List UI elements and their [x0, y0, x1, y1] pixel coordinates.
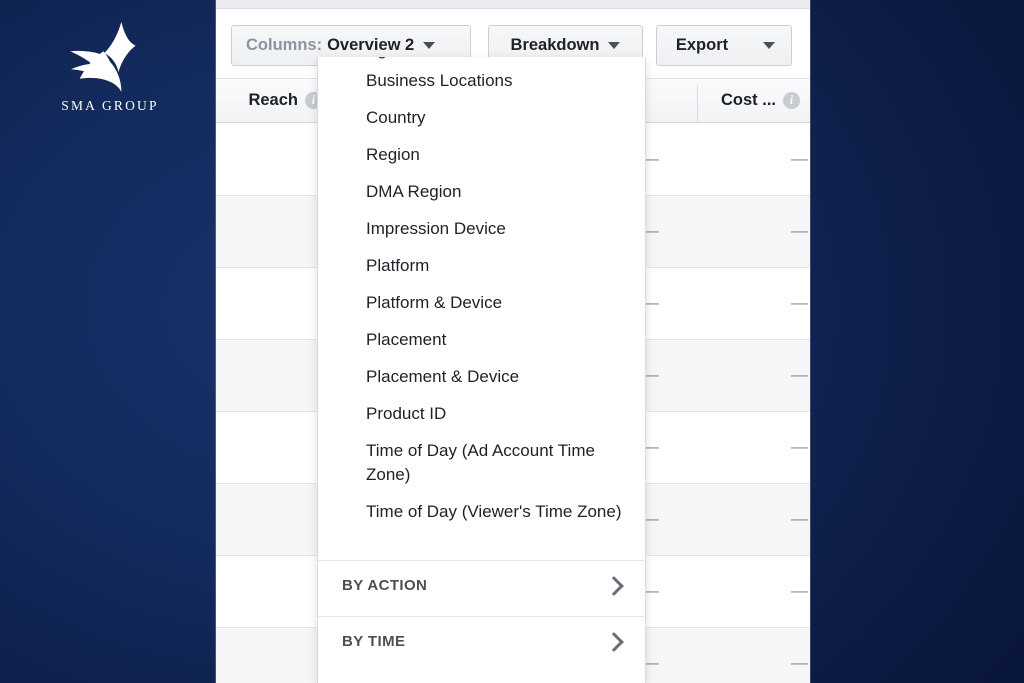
menu-item-time-of-day-ad-account[interactable]: Time of Day (Ad Account Time Zone) [318, 432, 645, 493]
columns-button-value: Overview 2 [327, 36, 415, 54]
menu-item-impression-device[interactable]: Impression Device [318, 210, 645, 247]
export-button-label: Export [675, 36, 729, 54]
menu-section-by-time[interactable]: BY TIME [318, 617, 645, 666]
chevron-right-icon [604, 575, 624, 596]
export-dropdown-button[interactable] [747, 25, 792, 66]
column-header-reach-label: Reach [248, 91, 298, 109]
caret-down-icon [423, 42, 436, 49]
cell-cost: — [791, 653, 808, 672]
menu-item-placement-and-device[interactable]: Placement & Device [318, 358, 645, 395]
caret-down-icon [763, 42, 775, 49]
menu-item-platform-and-device[interactable]: Platform & Device [318, 284, 645, 321]
cell-cost: — [791, 149, 808, 168]
screenshot-stage: SMA GROUP Columns: Overview 2 Breakdown … [0, 0, 1024, 683]
info-icon[interactable]: i [783, 92, 800, 109]
chevron-right-icon [604, 631, 624, 652]
column-header-cost-label: Cost ... [720, 91, 776, 109]
cell-cost: — [791, 221, 808, 240]
cell-cost: — [791, 437, 808, 456]
caret-down-icon [608, 42, 621, 49]
top-chrome-strip [216, 0, 810, 9]
columns-button-prefix: Columns: [246, 36, 323, 54]
brand-panel: SMA GROUP [0, 0, 216, 683]
cell-cost: — [791, 293, 808, 312]
logo: SMA GROUP [20, 20, 200, 114]
breakdown-button-label: Breakdown [510, 36, 600, 54]
menu-item-dma-region[interactable]: DMA Region [318, 173, 645, 210]
column-header-reach[interactable]: Reach i [216, 79, 332, 122]
menu-item-country[interactable]: Country [318, 99, 645, 136]
export-button[interactable]: Export [656, 25, 748, 66]
app-screenshot: Columns: Overview 2 Breakdown Export Rea… [216, 0, 810, 683]
menu-item-product-id[interactable]: Product ID [318, 395, 645, 432]
star-bird-logo-icon [70, 21, 136, 92]
cell-cost: — [791, 509, 808, 528]
menu-item-platform[interactable]: Platform [318, 247, 645, 284]
cell-cost: — [791, 365, 808, 384]
menu-item-placement[interactable]: Placement [318, 321, 645, 358]
menu-section-by-action-label: BY ACTION [342, 577, 428, 594]
menu-section-by-action[interactable]: BY ACTION [318, 561, 645, 610]
menu-item-time-of-day-viewer[interactable]: Time of Day (Viewer's Time Zone) [318, 493, 645, 554]
column-header-cost[interactable]: Cost ... i [697, 79, 810, 122]
brand-name: SMA GROUP [61, 98, 159, 113]
column-divider [697, 85, 698, 122]
menu-section-by-time-label: BY TIME [342, 633, 406, 650]
menu-item-business-locations[interactable]: Business Locations [318, 62, 645, 99]
menu-item-region[interactable]: Region [318, 136, 645, 173]
cell-cost: — [791, 581, 808, 600]
breakdown-dropdown-menu: Age and Gender Business Locations Countr… [317, 57, 646, 683]
